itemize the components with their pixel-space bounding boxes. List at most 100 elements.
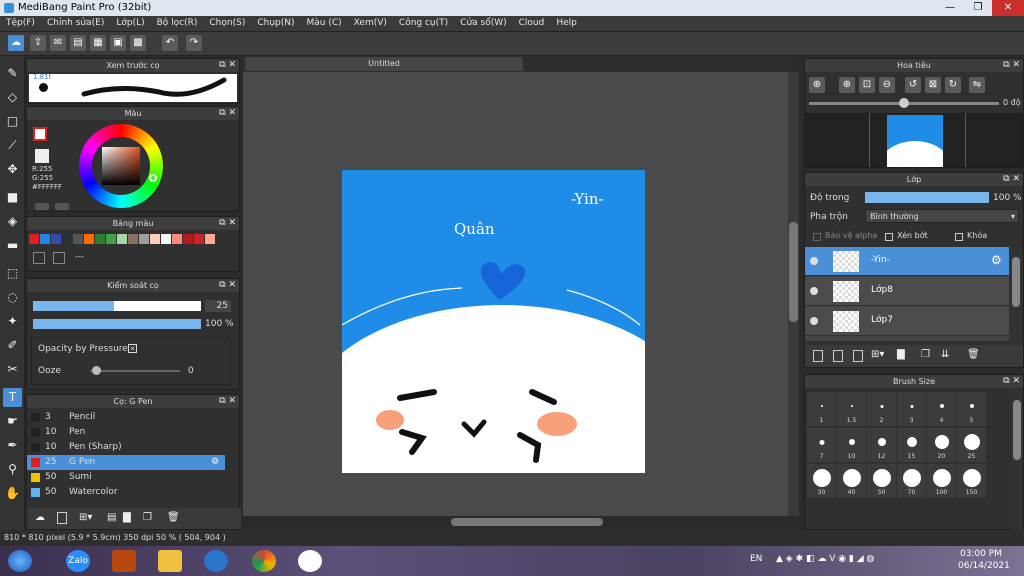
hue-handle[interactable] — [149, 174, 157, 182]
brush-size-cell[interactable]: 40 — [837, 464, 866, 498]
zoom-in-icon[interactable]: ⊕ — [809, 77, 825, 93]
size-value[interactable]: 25 — [205, 300, 231, 312]
brush-size-cell[interactable]: 30 — [807, 464, 836, 498]
materials-icon[interactable]: ▣ — [110, 35, 126, 51]
layer-row[interactable]: -Yin- ⚙ — [805, 247, 1009, 276]
eye-icon[interactable] — [810, 317, 818, 325]
brush-size-cell[interactable]: 50 — [867, 464, 896, 498]
zoom-in-2-icon[interactable]: ⊕ — [839, 77, 855, 93]
duplicate-icon[interactable]: ❐ — [143, 512, 152, 523]
menu-item[interactable]: Help — [550, 16, 583, 30]
brush-size-cell[interactable]: 150 — [957, 464, 986, 498]
palette-swatch[interactable] — [139, 234, 149, 244]
line-tool-icon[interactable]: ⟋ — [3, 136, 22, 155]
brush-size-cell[interactable]: 10 — [837, 428, 866, 462]
brush-size-cell[interactable]: 25 — [957, 428, 986, 462]
artwork[interactable] — [342, 170, 645, 473]
trash-icon[interactable]: 🗑 — [167, 512, 180, 523]
palette-swatch[interactable] — [106, 234, 116, 244]
opacity-pressure-checkbox[interactable]: ✕ — [128, 344, 137, 353]
palette-swatch[interactable] — [117, 234, 127, 244]
start-icon[interactable] — [8, 550, 32, 572]
brush-list-item[interactable]: 25 G Pen ⚙ — [27, 455, 225, 470]
zoom-out-icon[interactable]: ⊖ — [879, 77, 895, 93]
clock-date[interactable]: 06/14/2021 — [958, 561, 1010, 571]
palette-swatch[interactable] — [161, 234, 171, 244]
fit-icon[interactable]: ⊡ — [859, 77, 875, 93]
bucket-tool-icon[interactable]: ◈ — [3, 212, 22, 231]
ie-icon[interactable] — [204, 550, 228, 572]
zalo-icon[interactable]: Zalo — [66, 550, 90, 572]
reset-icon[interactable]: ⊠ — [925, 77, 941, 93]
canvas-area[interactable]: -Yin- Quân — [243, 72, 799, 516]
background-color-swatch[interactable] — [35, 149, 49, 163]
chrome-icon[interactable] — [252, 550, 276, 572]
delete-layer-icon[interactable]: 🗑 — [967, 349, 980, 360]
cloud-icon[interactable]: ☁ — [8, 35, 24, 51]
select-tool-icon[interactable]: ⬚ — [3, 264, 22, 283]
cloud-brush-icon[interactable]: ☁ — [35, 512, 45, 523]
foreground-color-swatch[interactable] — [33, 127, 47, 141]
brush-size-cell[interactable]: 3 — [897, 392, 926, 426]
gear-icon[interactable]: ⚙ — [991, 253, 1002, 267]
magic-wand-icon[interactable]: ✦ — [3, 312, 22, 331]
clock-time[interactable]: 03:00 PM — [960, 549, 1002, 559]
brush-list-item[interactable]: 50 Sumi — [27, 470, 225, 485]
horizontal-scrollbar[interactable] — [243, 516, 799, 528]
eye-icon[interactable] — [810, 257, 818, 265]
palette-swatch[interactable] — [128, 234, 138, 244]
new-halftone-layer-icon[interactable] — [833, 350, 843, 362]
brush-size-cell[interactable]: 2 — [867, 392, 896, 426]
eye-icon[interactable] — [810, 287, 818, 295]
close-button[interactable]: ✕ — [992, 0, 1024, 16]
rotation-handle[interactable] — [899, 98, 909, 108]
panel-close-icon[interactable]: ⧉ ✕ — [219, 279, 236, 292]
gear-icon[interactable]: ⚙ — [211, 455, 219, 470]
move-tool-icon[interactable]: ✥ — [3, 160, 22, 179]
add-layer-menu-icon[interactable]: ⊞▾ — [871, 349, 884, 360]
palette-swatch[interactable] — [29, 234, 39, 244]
brush-size-scrollbar[interactable] — [1011, 390, 1023, 530]
rect-tool-icon[interactable]: □ — [3, 112, 22, 131]
palette-swatch[interactable] — [51, 234, 61, 244]
panel-close-icon[interactable]: ⧉ ✕ — [219, 217, 236, 230]
eraser-tool-icon[interactable]: ◇ — [3, 88, 22, 107]
duplicate-layer-icon[interactable]: ❐ — [921, 349, 930, 360]
grid-icon[interactable]: ▩ — [130, 35, 146, 51]
menu-item[interactable]: Công cụ(T) — [393, 16, 454, 30]
dropper-tool-icon[interactable]: ✒ — [3, 436, 22, 455]
palette-swatch[interactable] — [40, 234, 50, 244]
menu-item[interactable]: Lớp(L) — [110, 16, 150, 30]
menu-item[interactable]: Cửa sổ(W) — [454, 16, 512, 30]
layer-row[interactable]: Lớp7 — [805, 307, 1009, 336]
operation-tool-icon[interactable]: ☛ — [3, 412, 22, 431]
palette-swatch[interactable] — [150, 234, 160, 244]
saturation-square[interactable] — [102, 147, 140, 185]
folder-taskbar-icon[interactable] — [158, 550, 182, 572]
document-tab[interactable]: Untitled — [245, 57, 523, 71]
menu-item[interactable]: Chỉnh sửa(E) — [41, 16, 110, 30]
brush-list-item[interactable]: 50 Watercolor — [27, 485, 225, 500]
blend-mode-select[interactable]: Bình thường ▾ — [865, 209, 1019, 223]
undo-icon[interactable]: ↶ — [162, 35, 178, 51]
layer-row[interactable]: Lớp8 — [805, 277, 1009, 306]
brush-size-cell[interactable]: 1.5 — [837, 392, 866, 426]
minimize-button[interactable]: — — [936, 0, 964, 16]
menu-item[interactable]: Chụp(N) — [251, 16, 300, 30]
menu-item[interactable]: Tệp(F) — [0, 16, 41, 30]
brush-list-item[interactable]: 10 Pen (Sharp) — [27, 440, 225, 455]
brush-size-cell[interactable]: 15 — [897, 428, 926, 462]
vertical-scrollbar[interactable] — [788, 72, 799, 516]
brush-size-cell[interactable]: 5 — [957, 392, 986, 426]
medibang-icon[interactable] — [298, 550, 322, 572]
new-8bit-layer-icon[interactable] — [853, 350, 863, 362]
palette-swatch[interactable] — [183, 234, 193, 244]
menu-item[interactable]: Chọn(S) — [203, 16, 251, 30]
lasso-tool-icon[interactable]: ◌ — [3, 288, 22, 307]
folder-icon[interactable]: ▇ — [123, 512, 131, 523]
comment-icon[interactable]: ✉ — [50, 35, 66, 51]
menu-item[interactable]: Bộ lọc(R) — [151, 16, 204, 30]
redo-icon[interactable]: ↷ — [186, 35, 202, 51]
palette-swatch[interactable] — [205, 234, 215, 244]
color-mode-button[interactable] — [35, 203, 49, 210]
